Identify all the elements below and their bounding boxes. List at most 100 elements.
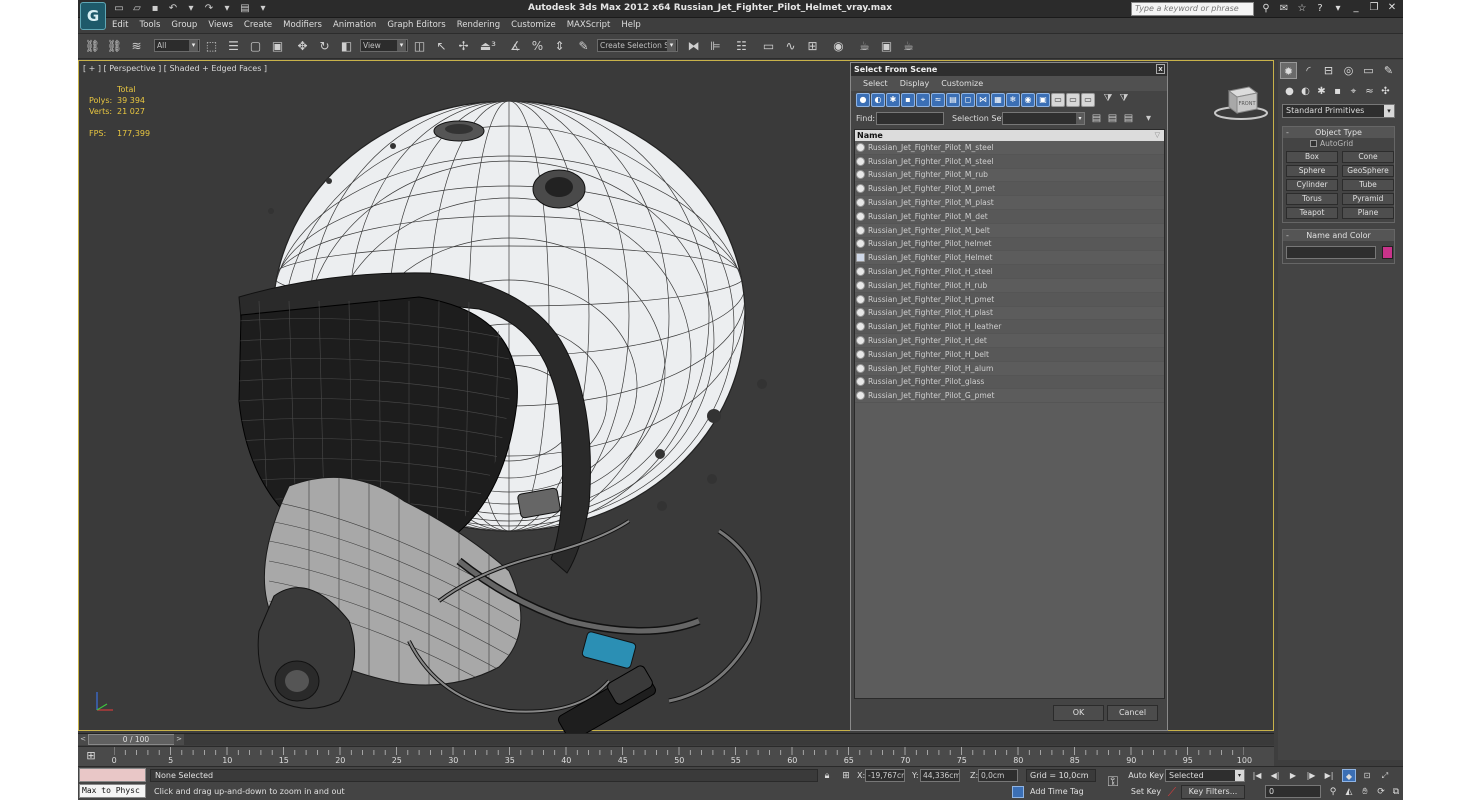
menu-animation[interactable]: Animation (333, 19, 376, 32)
go-to-end-icon[interactable]: ▶| (1322, 769, 1336, 782)
select-and-move-icon[interactable]: ✥ (294, 38, 311, 55)
select-and-link-icon[interactable]: ⛓ (84, 38, 101, 55)
helmet-3d-model[interactable] (179, 101, 799, 741)
menu-create[interactable]: Create (244, 19, 272, 32)
select-and-rotate-icon[interactable]: ↻ (316, 38, 333, 55)
select-object-icon[interactable]: ⬚ (203, 38, 220, 55)
display-none-icon[interactable]: ▭ (1051, 93, 1065, 107)
name-column-header[interactable]: Name ▽ (855, 130, 1164, 141)
tube-button[interactable]: Tube (1342, 179, 1394, 191)
track-bar[interactable]: ⊞ 0 5 10 15 20 25 30 35 40 45 50 55 60 65 70 75 80 85 90 95… (78, 746, 1274, 766)
customize-qat-icon[interactable]: ▾ (256, 3, 270, 15)
rectangular-selection-icon[interactable]: ▢ (247, 38, 264, 55)
scene-object-list[interactable]: Name ▽ Russian_Jet_Fighter_Pilot_M_steel R… (854, 129, 1165, 699)
filter-funnel-icon[interactable]: ⧩ (1101, 93, 1115, 107)
torus-button[interactable]: Torus (1286, 193, 1338, 205)
display-space-warps-icon[interactable]: ≈ (931, 93, 945, 107)
pivot-center-icon[interactable]: ◫ (411, 38, 428, 55)
display-lights-icon[interactable]: ✱ (886, 93, 900, 107)
undo-dropdown-icon[interactable]: ▾ (184, 3, 198, 15)
align-icon[interactable]: ⊫ (707, 38, 724, 55)
maxscript-mini-listener[interactable]: Max to Physc (79, 784, 146, 798)
unlink-selection-icon[interactable]: ⛓ (106, 38, 123, 55)
render-setup-icon[interactable]: ☕ (856, 38, 873, 55)
select-dependents-icon[interactable]: ▤ (1090, 112, 1103, 125)
select-children-icon[interactable]: ▤ (1106, 112, 1119, 125)
list-item[interactable]: Russian_Jet_Fighter_Pilot_H_det (855, 334, 1164, 348)
list-item[interactable]: Russian_Jet_Fighter_Pilot_M_pmet (855, 182, 1164, 197)
undo-icon[interactable]: ↶ (166, 3, 180, 15)
menu-views[interactable]: Views (208, 19, 233, 32)
selection-lock-icon[interactable]: 🔒︎ (821, 770, 833, 782)
help-dropdown-icon[interactable]: ▾ (1332, 2, 1344, 15)
helpers-category-icon[interactable]: ⌖ (1347, 85, 1360, 98)
y-coordinate-field[interactable]: 44,336cm (920, 769, 960, 782)
list-item[interactable]: Russian_Jet_Fighter_Pilot_M_steel (855, 141, 1164, 155)
shapes-category-icon[interactable]: ◐ (1299, 85, 1312, 98)
zoom-extents-all-icon[interactable]: ⊡ (1360, 769, 1374, 782)
zoom-viewport-icon[interactable]: ⚲ (1326, 785, 1340, 799)
current-frame-field[interactable]: 0 (1265, 785, 1321, 798)
z-coordinate-field[interactable]: 0,0cm (978, 769, 1018, 782)
hierarchy-tab-icon[interactable]: ⊟ (1320, 62, 1337, 79)
menu-help[interactable]: Help (621, 19, 640, 32)
display-frozen-icon[interactable]: ❄ (1006, 93, 1020, 107)
window-crossing-icon[interactable]: ▣ (269, 38, 286, 55)
viewcube[interactable]: FRONT (1211, 83, 1271, 123)
select-by-name-icon[interactable]: ☰ (225, 38, 242, 55)
percent-snap-icon[interactable]: % (529, 38, 546, 55)
display-bones-icon[interactable]: ⋈ (976, 93, 990, 107)
menu-group[interactable]: Group (171, 19, 197, 32)
cancel-button[interactable]: Cancel (1107, 705, 1158, 721)
teapot-button[interactable]: Teapot (1286, 207, 1338, 219)
filter-options-icon[interactable]: ⧩ (1117, 93, 1131, 107)
geometry-category-icon[interactable]: ● (1283, 85, 1296, 98)
time-slider-thumb[interactable]: 0 / 100 (88, 734, 184, 745)
display-tab-icon[interactable]: ▭ (1360, 62, 1377, 79)
display-shapes-icon[interactable]: ◐ (871, 93, 885, 107)
auto-key-button[interactable]: Auto Key (1128, 769, 1164, 782)
previous-frame-icon[interactable]: ◀| (1268, 769, 1282, 782)
orbit-icon[interactable]: ⟳ (1374, 785, 1388, 799)
toolbar-overflow-icon[interactable]: ▾ (1142, 112, 1155, 125)
set-keys-key-icon[interactable]: ⚿ (1102, 772, 1124, 792)
display-all-icon[interactable]: ▣ (1036, 93, 1050, 107)
minimize-button[interactable]: _ (1348, 1, 1364, 15)
spinner-snap-icon[interactable]: ⇕ (551, 38, 568, 55)
sphere-button[interactable]: Sphere (1286, 165, 1338, 177)
select-manipulate-icon[interactable]: ↖ (433, 38, 450, 55)
list-item[interactable]: Russian_Jet_Fighter_Pilot_M_steel (855, 154, 1164, 169)
utilities-tab-icon[interactable]: ✎ (1380, 62, 1397, 79)
time-slider-prev-button[interactable]: < (78, 734, 88, 745)
cone-button[interactable]: Cone (1342, 151, 1394, 163)
menu-graph-editors[interactable]: Graph Editors (387, 19, 445, 32)
add-time-tag[interactable]: Add Time Tag (1010, 785, 1084, 799)
menu-tools[interactable]: Tools (139, 19, 160, 32)
list-item[interactable]: Russian_Jet_Fighter_Pilot_H_steel (855, 265, 1164, 279)
save-file-icon[interactable]: ▪ (148, 3, 162, 15)
display-groups-icon[interactable]: ▤ (946, 93, 960, 107)
lights-category-icon[interactable]: ✱ (1315, 85, 1328, 98)
dialog-menu-select[interactable]: Select (863, 76, 888, 91)
autogrid-checkbox[interactable] (1310, 140, 1317, 147)
pan-view-icon[interactable]: ✋︎ (1358, 785, 1372, 799)
next-frame-icon[interactable]: |▶ (1304, 769, 1318, 782)
pyramid-button[interactable]: Pyramid (1342, 193, 1394, 205)
menu-rendering[interactable]: Rendering (457, 19, 500, 32)
list-item[interactable]: Russian_Jet_Fighter_Pilot_H_rub (855, 279, 1164, 293)
list-item[interactable]: Russian_Jet_Fighter_Pilot_G_pmet (855, 389, 1164, 404)
motion-tab-icon[interactable]: ◎ (1340, 62, 1357, 79)
list-item[interactable]: Russian_Jet_Fighter_Pilot_M_rub (855, 169, 1164, 183)
schematic-view-icon[interactable]: ⊞ (804, 38, 821, 55)
go-to-start-icon[interactable]: |◀ (1250, 769, 1264, 782)
list-item[interactable]: Russian_Jet_Fighter_Pilot_M_belt (855, 224, 1164, 238)
close-button[interactable]: ✕ (1384, 1, 1400, 15)
absolute-mode-icon[interactable]: ⊞ (840, 770, 852, 782)
help-search-input[interactable]: Type a keyword or phrase (1131, 2, 1254, 16)
edit-named-selection-icon[interactable]: ✎ (575, 38, 592, 55)
dialog-close-button[interactable]: x (1156, 64, 1165, 74)
systems-category-icon[interactable]: ✣ (1379, 85, 1392, 98)
select-all-icon[interactable]: ▭ (1081, 93, 1095, 107)
communication-center-icon[interactable]: ✉ (1278, 2, 1290, 15)
rendered-frame-window-icon[interactable]: ▣ (878, 38, 895, 55)
